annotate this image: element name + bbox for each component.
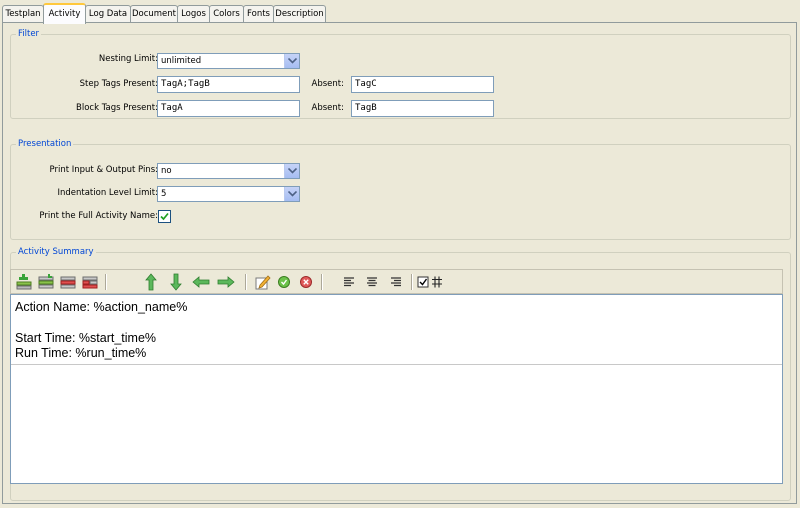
tab-testplan[interactable]: Testplan: [2, 5, 44, 22]
activity-panel: Filter Nesting Limit: unlimited Step Tag…: [2, 22, 797, 504]
step-tags-label: Step Tags Present:: [79, 79, 158, 89]
indent-value: 5: [161, 189, 167, 199]
summary-line: Run Time: %run_time%: [15, 346, 147, 360]
summary-line: Start Time: %start_time%: [15, 331, 157, 345]
tab-log-data[interactable]: Log Data: [85, 5, 131, 22]
toolbar-separator: [321, 274, 323, 290]
summary-editor[interactable]: Action Name: %action_name% Start Time: %…: [10, 294, 783, 484]
add-row-icon[interactable]: [15, 273, 33, 291]
block-tags-label: Block Tags Present:: [76, 103, 158, 113]
chevron-down-icon[interactable]: [284, 187, 299, 201]
summary-toolbar: [10, 269, 783, 294]
nesting-limit-label: Nesting Limit:: [98, 54, 158, 64]
insert-row-icon[interactable]: [37, 273, 55, 291]
pins-select[interactable]: no: [157, 163, 300, 179]
tab-colors[interactable]: Colors: [209, 5, 244, 22]
filter-group: Filter Nesting Limit: unlimited Step Tag…: [10, 28, 791, 119]
align-right-icon[interactable]: [387, 273, 405, 291]
delete-row-icon[interactable]: [59, 273, 77, 291]
editor-divider: [11, 364, 782, 365]
move-left-icon[interactable]: [192, 273, 210, 291]
pins-label: Print Input & Output Pins:: [49, 165, 158, 175]
move-down-icon[interactable]: [167, 273, 185, 291]
tab-description[interactable]: Description: [273, 5, 326, 22]
step-absent-input[interactable]: TagC: [351, 76, 494, 93]
accept-icon[interactable]: [275, 273, 293, 291]
step-absent-label: Absent:: [311, 79, 344, 89]
chevron-down-icon[interactable]: [284, 54, 299, 68]
nesting-limit-value: unlimited: [161, 56, 202, 66]
summary-line: Action Name: %action_name%: [15, 300, 188, 314]
toolbar-separator: [245, 274, 247, 290]
activity-summary-title: Activity Summary: [16, 246, 96, 258]
show-grid-checkbox-icon[interactable]: [416, 273, 446, 291]
full-name-checkbox[interactable]: [158, 210, 171, 223]
move-right-icon[interactable]: [217, 273, 235, 291]
tab-logos[interactable]: Logos: [177, 5, 210, 22]
indent-select[interactable]: 5: [157, 186, 300, 202]
chevron-down-icon[interactable]: [284, 164, 299, 178]
checkmark-icon: [160, 212, 169, 221]
tab-document[interactable]: Document: [130, 5, 178, 22]
block-absent-label: Absent:: [311, 103, 344, 113]
step-tags-input[interactable]: TagA;TagB: [157, 76, 300, 93]
reject-icon[interactable]: [297, 273, 315, 291]
remove-rows-icon[interactable]: [81, 273, 99, 291]
filter-title: Filter: [16, 28, 42, 40]
move-up-icon[interactable]: [142, 273, 160, 291]
toolbar-separator: [105, 274, 107, 290]
align-left-icon[interactable]: [340, 273, 358, 291]
full-name-label: Print the Full Activity Name:: [39, 211, 158, 221]
align-center-icon[interactable]: [363, 273, 381, 291]
toolbar-separator: [411, 274, 413, 290]
tab-fonts[interactable]: Fonts: [243, 5, 274, 22]
pins-value: no: [161, 166, 172, 176]
presentation-title: Presentation: [16, 138, 74, 150]
indent-label: Indentation Level Limit:: [57, 188, 158, 198]
tab-activity[interactable]: Activity: [43, 3, 86, 24]
presentation-group: Presentation Print Input & Output Pins: …: [10, 138, 791, 240]
block-tags-input[interactable]: TagA: [157, 100, 300, 117]
nesting-limit-select[interactable]: unlimited: [157, 53, 300, 69]
edit-icon[interactable]: [253, 273, 271, 291]
block-absent-input[interactable]: TagB: [351, 100, 494, 117]
